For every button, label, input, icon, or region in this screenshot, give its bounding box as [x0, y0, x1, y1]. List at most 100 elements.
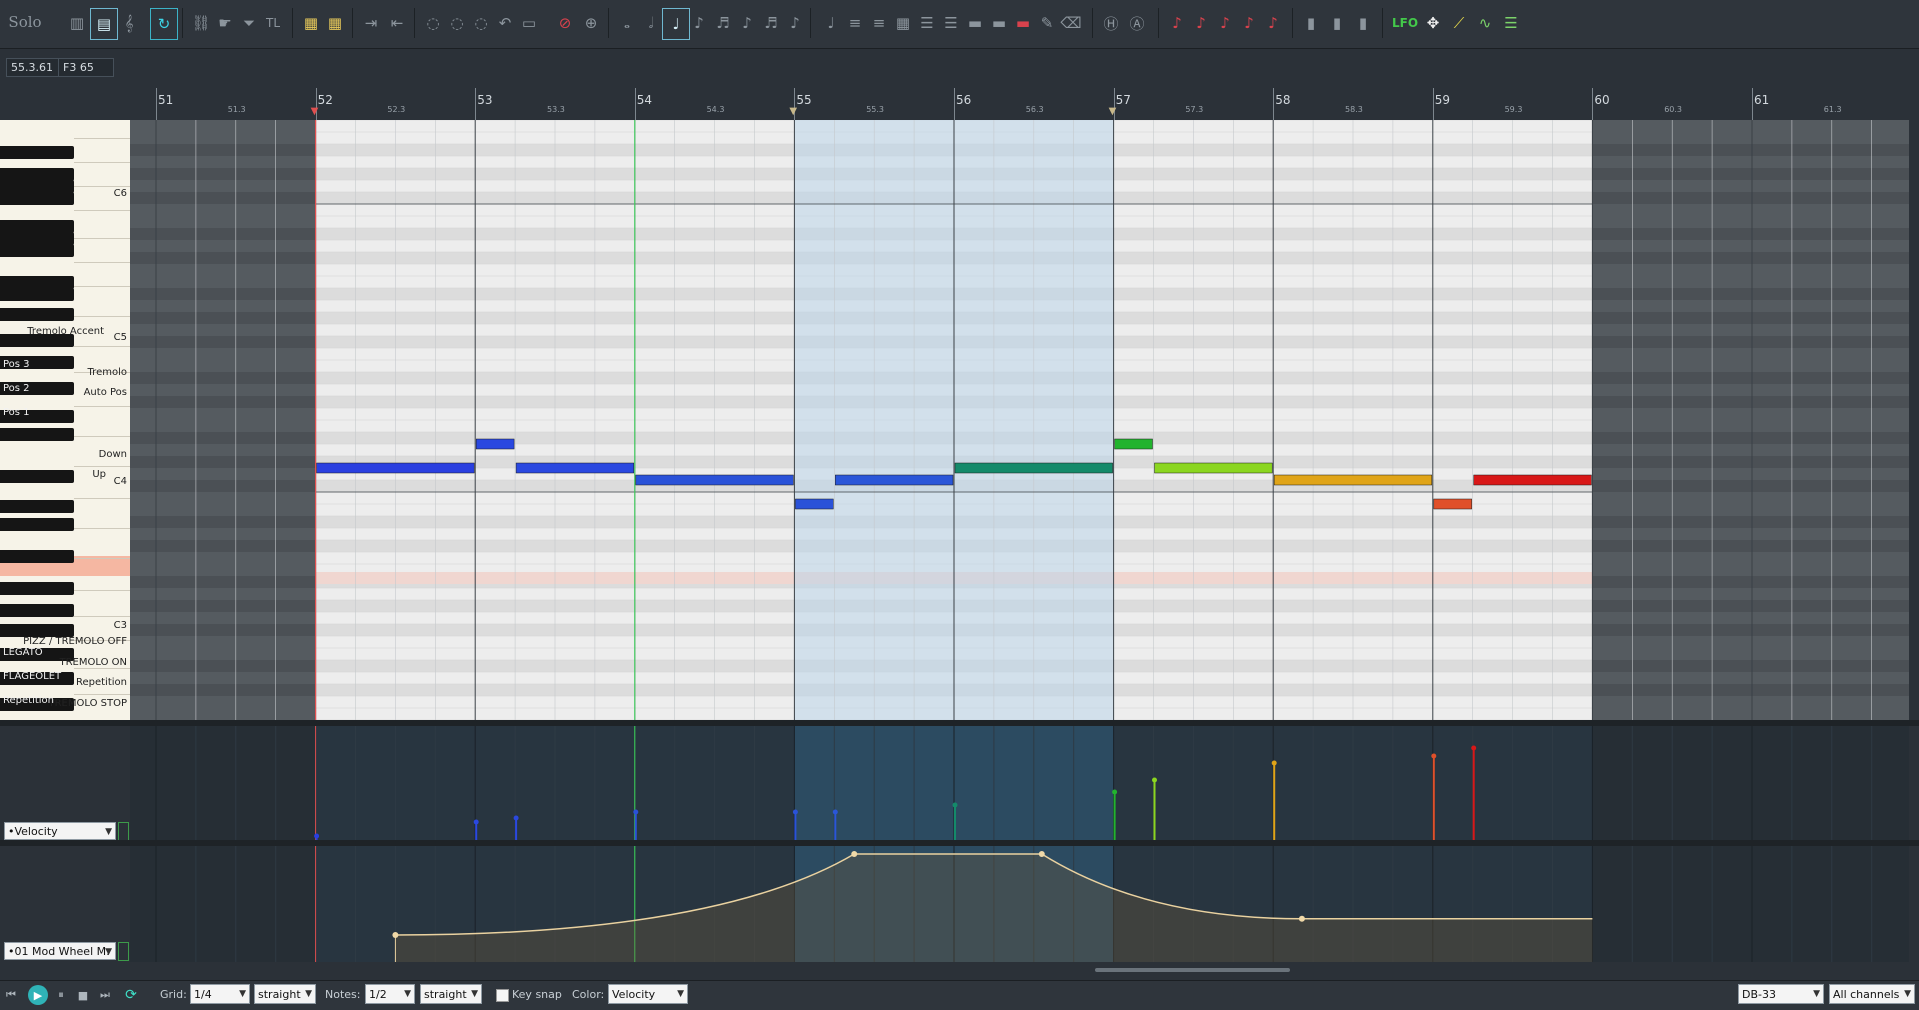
link-icon[interactable]: ⛓	[188, 8, 214, 38]
notation-icon[interactable]: 𝄞	[116, 8, 142, 38]
piano-keyboard[interactable]: C6 C5 C4 C3 Tremolo Accent Tremolo Auto Pos Dow…	[0, 120, 130, 720]
piano-roll-icon[interactable]: ▥	[64, 8, 90, 38]
black-key[interactable]	[0, 550, 74, 563]
note-128-icon[interactable]: ♪	[1260, 8, 1286, 38]
humanize-icon[interactable]: Ⓗ	[1098, 8, 1124, 38]
black-key[interactable]	[0, 288, 74, 301]
midi-note[interactable]	[835, 474, 954, 486]
cc-lane-select[interactable]: •01 Mod Wheel M: ▼	[4, 942, 116, 960]
black-key[interactable]	[0, 518, 74, 531]
lane-lock-icon[interactable]	[118, 822, 129, 841]
midi-note[interactable]	[1273, 474, 1433, 486]
cursor-follow-icon[interactable]: ☛	[212, 8, 238, 38]
midi-note[interactable]	[316, 462, 475, 474]
velocity-handle[interactable]	[1471, 745, 1477, 751]
solo-button[interactable]: Solo	[4, 9, 46, 35]
black-key[interactable]	[0, 604, 74, 617]
skip-end-icon[interactable]: ⏭	[96, 985, 114, 1005]
notes-select[interactable]: 1/2 ▼	[365, 984, 415, 1004]
scroll-thumb[interactable]	[1095, 968, 1290, 972]
color-select[interactable]: Velocity ▼	[608, 984, 688, 1004]
midi-note[interactable]	[635, 474, 794, 486]
velocity-handle[interactable]	[513, 815, 519, 821]
named-notes-icon[interactable]: ▤	[90, 8, 118, 40]
grid-select[interactable]: 1/4 ▼	[190, 984, 250, 1004]
pause-button[interactable]: ⏸	[52, 985, 70, 1005]
midi-note[interactable]	[515, 462, 635, 474]
velocity-handle[interactable]	[952, 802, 958, 808]
tool-bars-icon[interactable]: ▮	[1298, 8, 1324, 38]
black-key[interactable]	[0, 192, 74, 205]
eighth-note-icon[interactable]: ♪	[686, 8, 712, 38]
event-list-icon[interactable]: ▦	[322, 8, 348, 38]
velocity-handle[interactable]	[792, 809, 798, 815]
zoom-cursor-icon[interactable]: ⊕	[578, 8, 604, 38]
lane-lock-icon[interactable]	[118, 942, 129, 961]
filter-icon[interactable]: ⏷	[236, 8, 262, 38]
velocity-handle[interactable]	[1271, 760, 1277, 766]
cc-point[interactable]	[1298, 915, 1305, 922]
midi-note[interactable]	[1154, 462, 1273, 474]
ramp-icon[interactable]: ⟋	[1446, 8, 1472, 38]
skip-start-icon[interactable]: ⏮	[2, 985, 20, 1005]
key-snap-checkbox[interactable]	[496, 989, 509, 1002]
notes-type-select[interactable]: straight ▼	[420, 984, 482, 1004]
note-32-icon[interactable]: ♪	[1212, 8, 1238, 38]
velocity-handle[interactable]	[314, 833, 320, 839]
cc-lane[interactable]	[130, 846, 1909, 962]
black-key[interactable]	[0, 146, 74, 159]
time-lock-button[interactable]: TL	[260, 8, 286, 38]
midi-note[interactable]	[795, 498, 834, 510]
undo-zoom-icon[interactable]: ↶	[492, 8, 518, 38]
sixteenth-note-icon[interactable]: ♬	[710, 8, 736, 38]
velocity-handle[interactable]	[832, 809, 838, 815]
cc-point[interactable]	[851, 851, 858, 857]
delete-note-icon[interactable]: ▬	[1010, 8, 1036, 38]
black-key[interactable]	[0, 500, 74, 513]
channel-select[interactable]: All channels ▼	[1829, 984, 1915, 1004]
grid-type-select[interactable]: straight ▼	[254, 984, 316, 1004]
chop-icon[interactable]: ▬	[962, 8, 988, 38]
note-8-icon[interactable]: ♪	[1164, 8, 1190, 38]
note-64-icon[interactable]: ♪	[1236, 8, 1262, 38]
arpeggiate-icon[interactable]: Ⓐ	[1124, 8, 1150, 38]
half-note-icon[interactable]: 𝅗𝅥	[638, 8, 664, 38]
velocity-lane-select[interactable]: •Velocity ▼	[4, 822, 116, 840]
timeline-ruler[interactable]: 51 52 53 54 55 56 57 58 59 60 61 51.3 52.3 53.3 54.3 55…	[130, 88, 1910, 120]
zoom-out-icon[interactable]: ◌	[444, 8, 470, 38]
eraser-icon[interactable]: ⌫	[1058, 8, 1084, 38]
list-view-icon[interactable]: ▦	[298, 8, 324, 38]
velocity-handle[interactable]	[633, 809, 639, 815]
midi-note[interactable]	[1473, 474, 1592, 486]
synth-select[interactable]: DB-33 ▼	[1738, 984, 1824, 1004]
shorten-icon[interactable]: ≡	[866, 8, 892, 38]
ruler-marker-icon[interactable]: ▼	[311, 106, 319, 117]
note-16-icon[interactable]: ♪	[1188, 8, 1214, 38]
velocity-bars-icon[interactable]: ▮	[1350, 8, 1376, 38]
lfo-button[interactable]: LFO	[1390, 8, 1420, 38]
zoom-fit-icon[interactable]: ◌	[468, 8, 494, 38]
velocity-handle[interactable]	[473, 819, 479, 825]
note-grid[interactable]	[130, 120, 1909, 720]
select-bars-icon[interactable]: ▮	[1324, 8, 1350, 38]
horizontal-scrollbar[interactable]	[130, 964, 1909, 976]
ruler-marker-icon[interactable]: ▼	[1109, 106, 1117, 117]
loop-toggle-icon[interactable]: ⟳	[122, 985, 140, 1005]
list-add-icon[interactable]: ☰	[1498, 8, 1524, 38]
mouse-icon[interactable]: ✥	[1420, 8, 1446, 38]
ruler-marker-icon[interactable]: ▼	[789, 106, 797, 117]
sine-icon[interactable]: ∿	[1472, 8, 1498, 38]
pencil-icon[interactable]: ✎	[1034, 8, 1060, 38]
thirtysecond-note-icon[interactable]: ♪	[734, 8, 760, 38]
velocity-handle[interactable]	[1112, 789, 1118, 795]
black-key[interactable]	[0, 470, 74, 483]
midi-note[interactable]	[475, 438, 515, 450]
triplet-note-icon[interactable]: ♪	[782, 8, 808, 38]
move-left-icon[interactable]: ⇤	[384, 8, 410, 38]
zoom-all-icon[interactable]: ▭	[516, 8, 542, 38]
glue-icon[interactable]: ▬	[986, 8, 1012, 38]
stack-icon[interactable]: ☰	[914, 8, 940, 38]
zoom-in-icon[interactable]: ◌	[420, 8, 446, 38]
black-key[interactable]	[0, 308, 74, 321]
midi-note[interactable]	[1114, 438, 1153, 450]
